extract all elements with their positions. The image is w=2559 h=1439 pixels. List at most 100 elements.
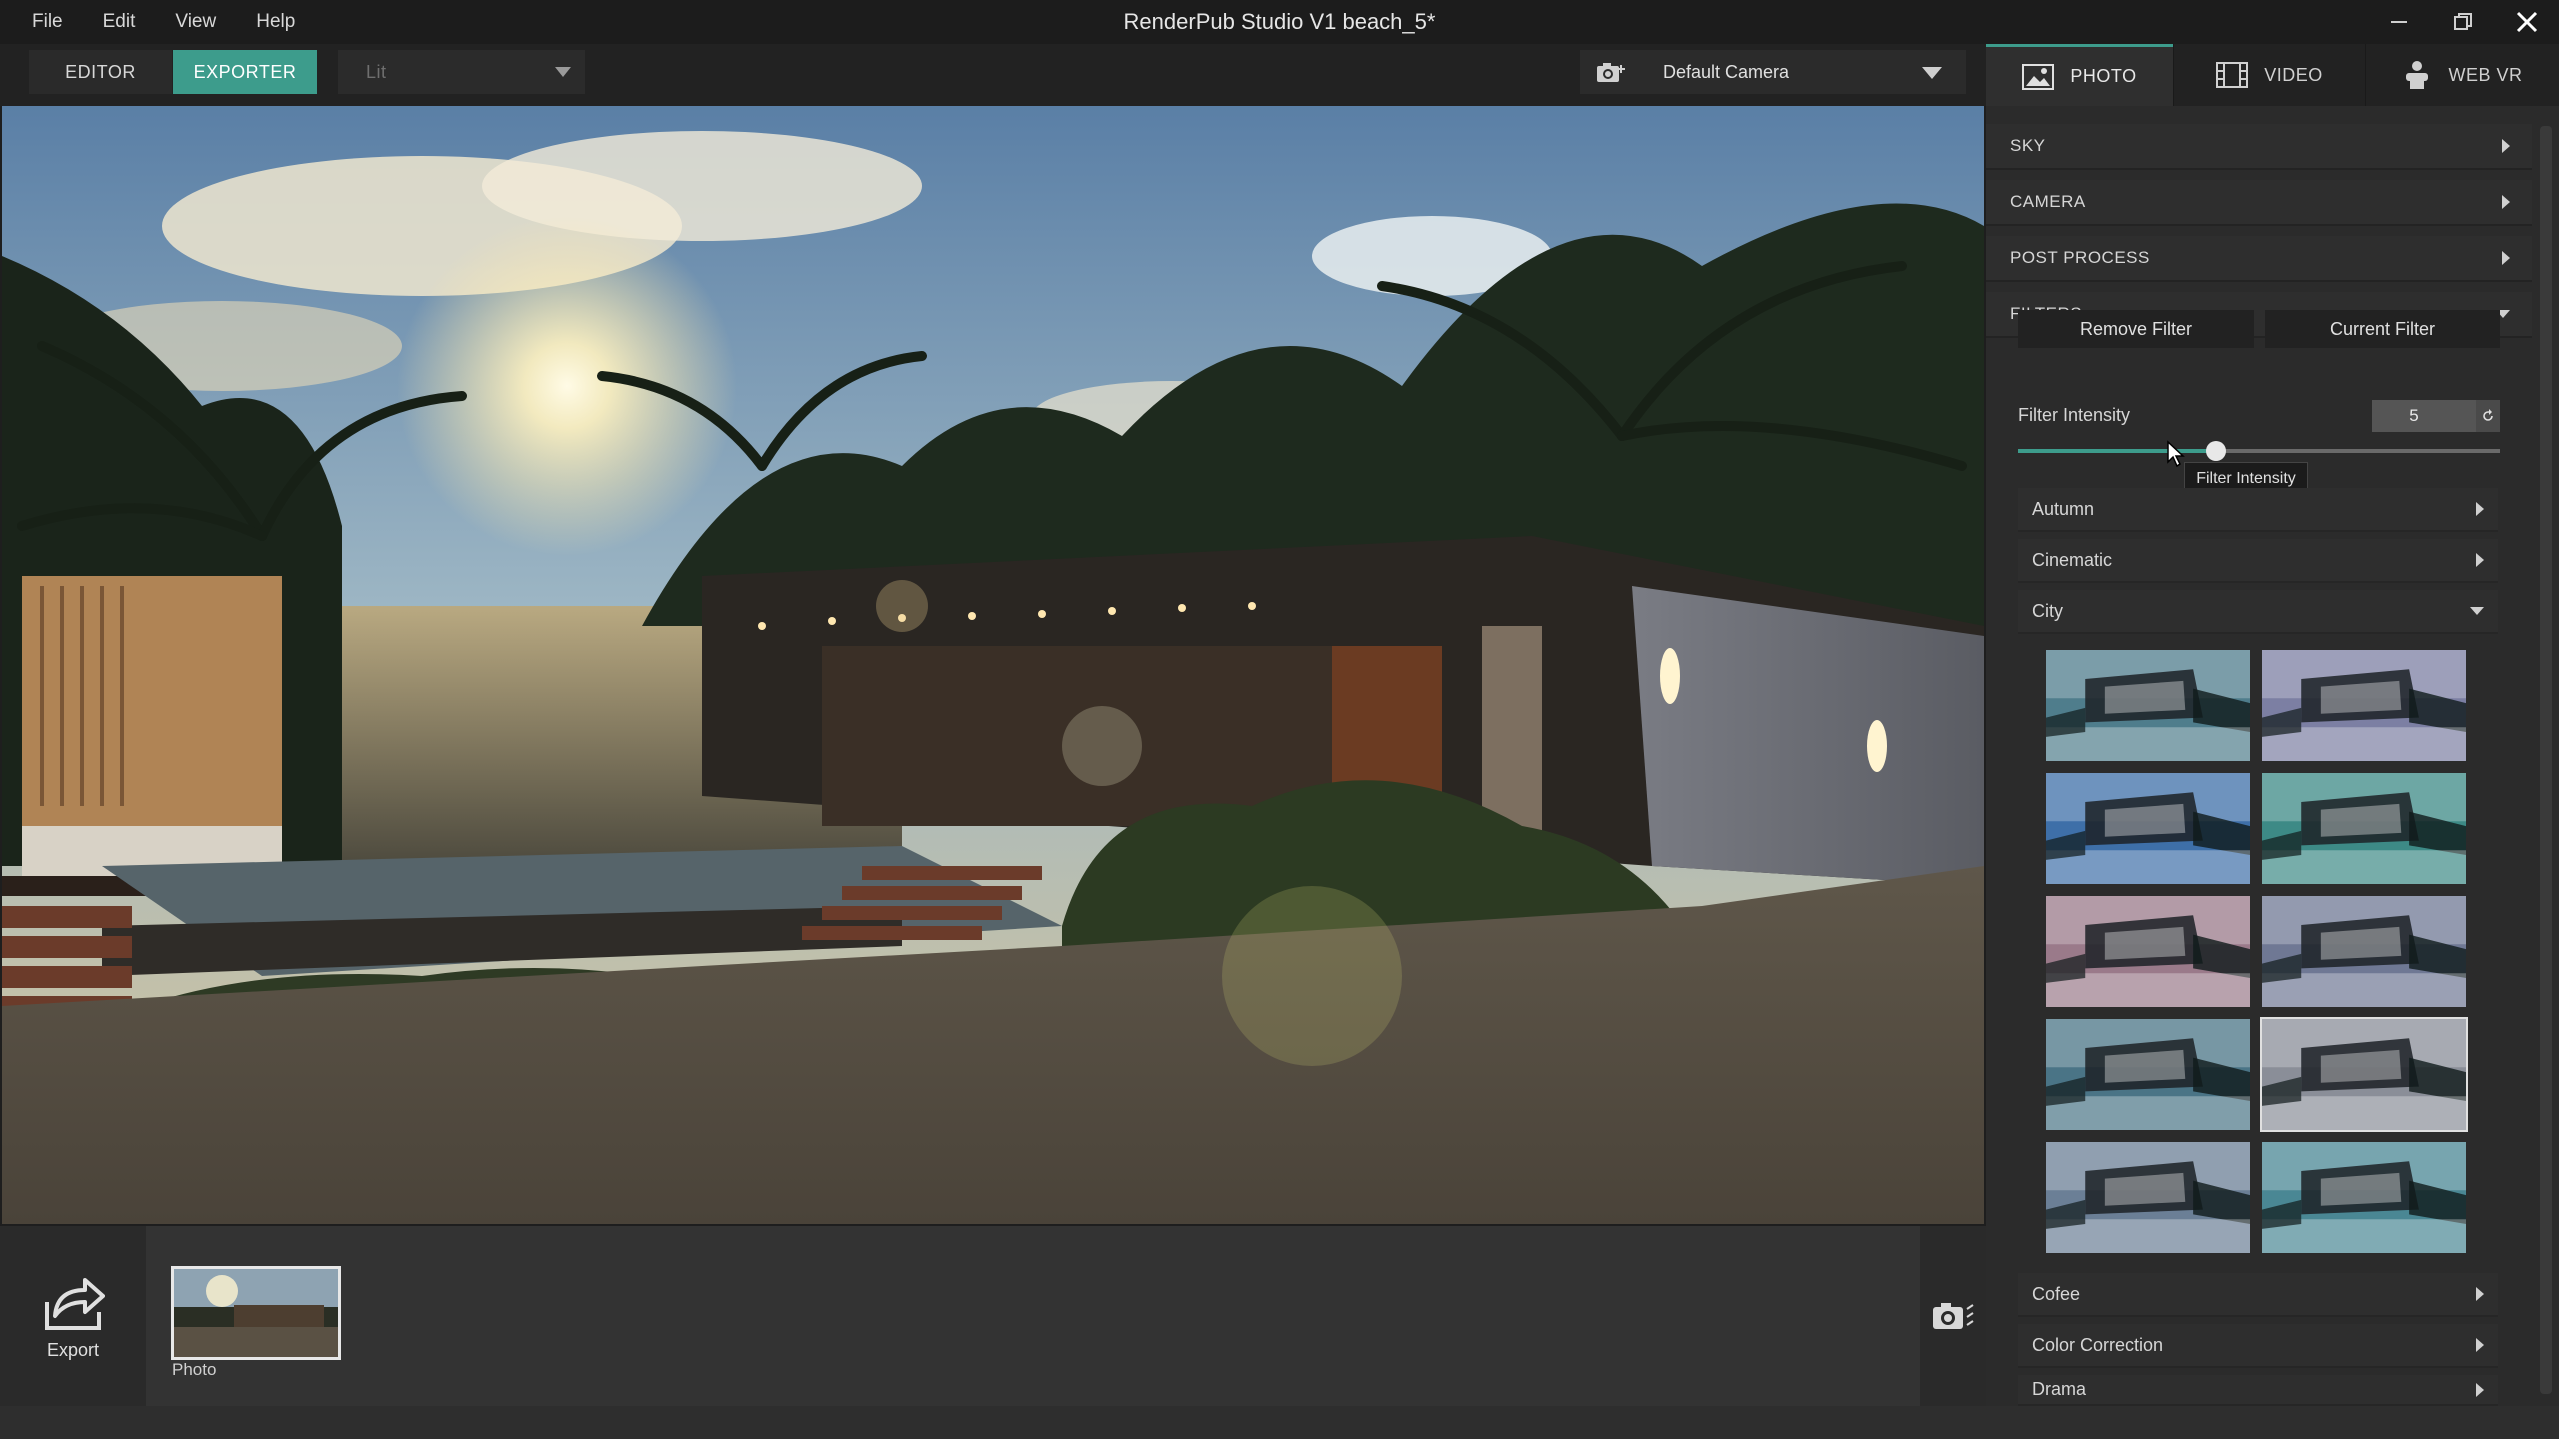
tab-web-vr[interactable]: WEB VR (2365, 44, 2559, 106)
city-filter-thumbnail[interactable] (2260, 894, 2468, 1009)
filter-preview-image (2262, 1019, 2466, 1130)
window-title: RenderPub Studio V1 beach_5* (1123, 9, 1436, 34)
city-filter-thumbnail[interactable] (2260, 771, 2468, 886)
chevron-down-icon (2470, 607, 2484, 615)
tab-photo-label: PHOTO (2070, 66, 2137, 86)
chevron-right-icon (2476, 1338, 2484, 1352)
minimize-icon (2391, 21, 2407, 23)
filter-category-city[interactable]: City (2018, 590, 2498, 634)
photo-thumbnail-label: Photo (172, 1360, 217, 1379)
filter-category-label: Cofee (2032, 1283, 2081, 1304)
window-controls (2367, 0, 2559, 44)
title-bar: File Edit View Help RenderPub Studio V1 … (0, 0, 2559, 44)
section-camera-label: CAMERA (2010, 192, 2086, 211)
close-icon (2516, 11, 2538, 33)
chevron-down-icon (555, 67, 571, 77)
mouse-pointer-icon (2167, 440, 2185, 468)
filter-preview-image (2046, 650, 2250, 761)
chevron-right-icon (2476, 1382, 2484, 1397)
city-filter-thumbnail[interactable] (2260, 1017, 2468, 1132)
restore-button[interactable] (2431, 0, 2495, 44)
filter-intensity-slider[interactable] (2018, 441, 2500, 461)
render-viewport[interactable] (2, 106, 1984, 1224)
export-label: Export (46, 1339, 100, 1360)
restore-icon (2454, 13, 2472, 30)
chevron-right-icon (2502, 139, 2510, 153)
filter-category-drama[interactable]: Drama (2018, 1375, 2498, 1406)
render-mode-dropdown[interactable]: Lit (338, 50, 585, 94)
filter-preview-image (2046, 1019, 2250, 1130)
filter-category-cofee[interactable]: Cofee (2018, 1273, 2498, 1317)
vr-viewer-icon (2406, 61, 2429, 89)
minimize-button[interactable] (2367, 0, 2431, 44)
editor-mode-button[interactable]: EDITOR (29, 50, 172, 94)
section-camera[interactable]: CAMERA (1986, 180, 2532, 226)
filter-preview-image (2262, 773, 2466, 884)
menu-bar: File Edit View Help (32, 0, 295, 44)
filter-intensity-input[interactable]: 5 (2372, 400, 2476, 432)
filter-intensity-reset-button[interactable] (2476, 400, 2500, 432)
panel-scrollbar[interactable] (2540, 126, 2552, 1394)
menu-help[interactable]: Help (256, 11, 295, 33)
filter-category-color-correction[interactable]: Color Correction (2018, 1324, 2498, 1368)
section-post-process[interactable]: POST PROCESS (1986, 236, 2532, 282)
filter-category-autumn[interactable]: Autumn (2018, 488, 2498, 532)
city-filter-thumbnail[interactable] (2260, 648, 2468, 763)
section-sky[interactable]: SKY (1986, 124, 2532, 170)
menu-edit[interactable]: Edit (103, 11, 136, 33)
tab-video-label: VIDEO (2264, 64, 2323, 85)
filter-category-label: Drama (2032, 1379, 2087, 1399)
city-filter-grid (2044, 648, 2476, 1255)
tab-web-vr-label: WEB VR (2448, 64, 2523, 85)
chevron-right-icon (2502, 195, 2510, 209)
menu-view[interactable]: View (175, 11, 216, 33)
city-filter-thumbnail[interactable] (2044, 648, 2252, 763)
capture-photo-button[interactable] (1920, 1226, 1986, 1406)
render-mode-value: Lit (366, 62, 387, 82)
menu-file[interactable]: File (32, 11, 63, 33)
remove-filter-button[interactable]: Remove Filter (2018, 310, 2254, 348)
filter-category-cinematic[interactable]: Cinematic (2018, 539, 2498, 583)
city-filter-thumbnail[interactable] (2044, 1140, 2252, 1255)
export-button[interactable]: Export (0, 1226, 146, 1406)
toolbar: EDITOR EXPORTER Lit Default Camera (0, 44, 1986, 106)
exporter-mode-button[interactable]: EXPORTER (173, 50, 317, 94)
status-bar (0, 1406, 2559, 1439)
bottom-bar: Export Photo (0, 1226, 1986, 1406)
chevron-right-icon (2476, 553, 2484, 567)
close-button[interactable] (2495, 0, 2559, 44)
filter-intensity-label: Filter Intensity (2018, 405, 2131, 425)
add-camera-button[interactable] (1580, 50, 1642, 94)
city-filter-thumbnail[interactable] (2044, 771, 2252, 886)
city-filter-thumbnail[interactable] (2260, 1140, 2468, 1255)
film-icon (2216, 62, 2249, 88)
image-icon (2022, 63, 2055, 90)
share-arrow-icon (45, 1277, 105, 1330)
camera-dropdown-value: Default Camera (1663, 62, 1790, 82)
photo-thumbnail[interactable] (171, 1266, 341, 1360)
filter-category-label: City (2032, 600, 2063, 621)
chevron-right-icon (2502, 251, 2510, 265)
filter-preview-image (2046, 896, 2250, 1007)
filter-preview-image (2262, 650, 2466, 761)
current-filter-button[interactable]: Current Filter (2265, 310, 2500, 348)
filter-preview-image (2262, 896, 2466, 1007)
camera-icon (1933, 1303, 1974, 1329)
filter-preview-image (2046, 1142, 2250, 1253)
chevron-right-icon (2476, 1287, 2484, 1301)
filter-category-label: Cinematic (2032, 549, 2113, 570)
output-tabs: PHOTO VIDEO WEB VR (1986, 44, 2559, 106)
filter-preview-image (2046, 773, 2250, 884)
filter-preview-image (2262, 1142, 2466, 1253)
city-filter-thumbnail[interactable] (2044, 894, 2252, 1009)
city-filter-thumbnail[interactable] (2044, 1017, 2252, 1132)
tab-video[interactable]: VIDEO (2173, 44, 2365, 106)
camera-add-icon (1597, 63, 1625, 82)
filter-intensity-slider-handle[interactable] (2205, 441, 2226, 461)
filter-category-label: Color Correction (2032, 1334, 2164, 1355)
section-sky-label: SKY (2010, 136, 2046, 155)
section-post-process-label: POST PROCESS (2010, 248, 2150, 267)
filter-category-label: Autumn (2032, 498, 2095, 519)
tab-photo[interactable]: PHOTO (1986, 44, 2173, 106)
scene-render (2, 106, 1984, 1224)
